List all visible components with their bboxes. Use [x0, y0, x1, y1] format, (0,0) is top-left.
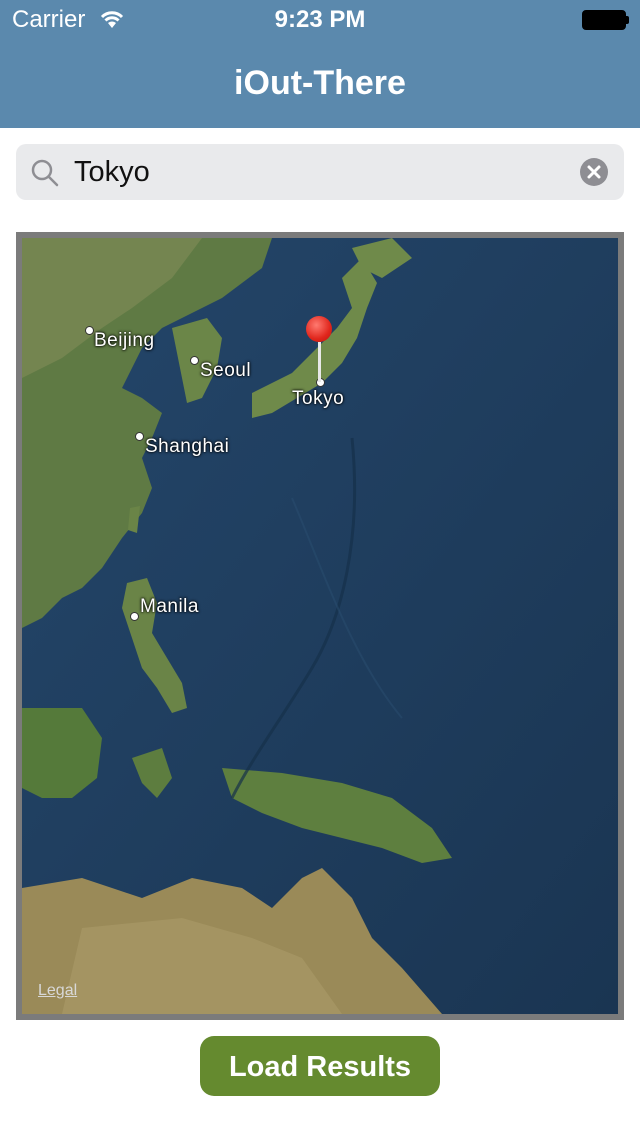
pin-stick	[318, 342, 321, 382]
battery-icon	[582, 10, 629, 30]
clock-label: 9:23 PM	[274, 6, 366, 33]
search-icon	[30, 158, 60, 188]
map-view[interactable]: Beijing Seoul Tokyo Shanghai Manila Lega…	[16, 232, 624, 1020]
status-bar: Carrier 9:23 PM	[0, 0, 640, 40]
search-input[interactable]	[74, 152, 574, 192]
legal-link[interactable]: Legal	[38, 982, 77, 1000]
satellite-map[interactable]: Beijing Seoul Tokyo Shanghai Manila Lega…	[22, 238, 618, 1014]
city-marker	[130, 612, 139, 621]
city-marker	[135, 432, 144, 441]
navigation-bar: Carrier 9:23 PM iOut-There	[0, 0, 640, 128]
city-label-tokyo: Tokyo	[292, 388, 345, 409]
page-title: iOut-There	[234, 64, 406, 102]
city-label-manila: Manila	[140, 596, 199, 617]
city-label-seoul: Seoul	[200, 360, 252, 381]
load-results-button[interactable]: Load Results	[200, 1036, 440, 1096]
city-marker	[85, 326, 94, 335]
city-label-shanghai: Shanghai	[145, 436, 230, 457]
clear-search-icon[interactable]	[580, 158, 608, 186]
city-marker	[190, 356, 199, 365]
location-pin-icon[interactable]	[306, 316, 332, 342]
search-bar[interactable]	[16, 144, 624, 200]
city-label-beijing: Beijing	[94, 330, 155, 351]
